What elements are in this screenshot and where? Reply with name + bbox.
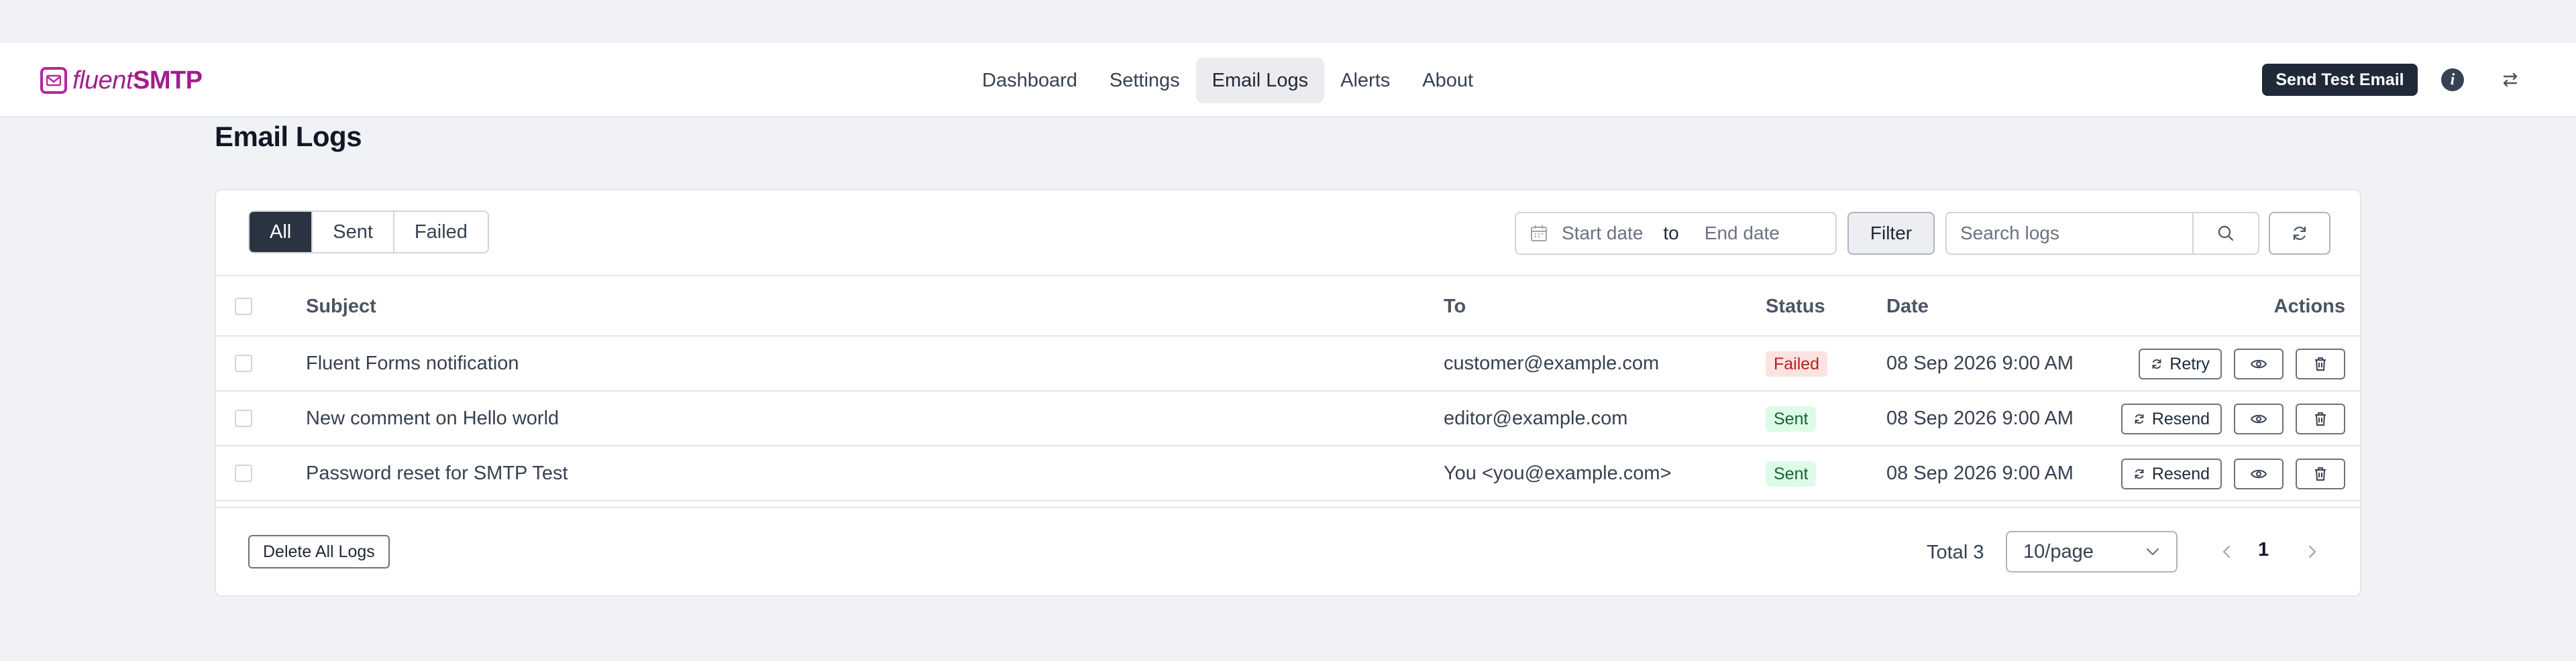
date-range-separator: to — [1663, 223, 1679, 243]
delete-button[interactable] — [2296, 404, 2345, 434]
eye-icon — [2251, 359, 2267, 369]
header-date[interactable]: Date — [1886, 276, 1929, 337]
nav-item-about[interactable]: About — [1406, 58, 1489, 103]
status-cell: Failed — [1766, 337, 1828, 390]
info-icon[interactable]: i — [2441, 68, 2464, 91]
row-actions: Resend — [2121, 459, 2345, 489]
chevron-right-icon — [2308, 545, 2316, 558]
resend-button[interactable]: Resend — [2121, 459, 2222, 489]
current-page[interactable]: 1 — [2258, 536, 2269, 563]
total-count: Total 3 — [1927, 542, 1984, 563]
prev-page-button[interactable] — [2216, 540, 2237, 563]
email-logs-table: Subject To Status Date Actions Fluent Fo… — [216, 276, 2360, 501]
row-checkbox[interactable] — [235, 410, 252, 427]
top-navbar: fluentSMTP Dashboard Settings Email Logs… — [0, 43, 2576, 117]
logo-text: fluentSMTP — [72, 66, 203, 95]
search-input[interactable] — [1947, 213, 2192, 253]
calendar-icon — [1531, 225, 1547, 241]
search-icon — [2218, 225, 2234, 241]
date-range-picker[interactable]: Start date to End date — [1515, 212, 1837, 255]
page-size-value: 10/page — [2023, 540, 2094, 562]
delete-all-logs-button[interactable]: Delete All Logs — [248, 535, 390, 568]
refresh-icon — [2135, 469, 2144, 479]
resend-label: Resend — [2151, 464, 2210, 483]
trash-icon — [2315, 357, 2326, 371]
nav-item-alerts[interactable]: Alerts — [1324, 58, 1406, 103]
table-header: Subject To Status Date Actions — [216, 276, 2360, 337]
delete-button[interactable] — [2296, 349, 2345, 379]
end-date-input[interactable]: End date — [1705, 223, 1780, 244]
status-badge: Failed — [1766, 351, 1828, 377]
header-subject[interactable]: Subject — [306, 276, 376, 337]
page-title: Email Logs — [215, 121, 362, 152]
header-status[interactable]: Status — [1766, 276, 1825, 337]
logo-text-smtp: SMTP — [132, 66, 203, 95]
refresh-icon — [2293, 226, 2306, 241]
view-button[interactable] — [2234, 404, 2284, 434]
tab-sent[interactable]: Sent — [313, 212, 394, 252]
header-to[interactable]: To — [1444, 276, 1466, 337]
fluentsmtp-logo[interactable]: fluentSMTP — [40, 66, 203, 95]
trash-icon — [2315, 412, 2326, 426]
to-cell: You <you@example.com> — [1444, 463, 1672, 484]
sliders-icon[interactable] — [2499, 68, 2522, 91]
date-cell: 08 Sep 2026 9:00 AM — [1886, 463, 2074, 484]
chevron-down-icon — [2146, 548, 2159, 556]
status-cell: Sent — [1766, 446, 1817, 500]
header-actions: Actions — [2273, 296, 2345, 317]
trash-icon — [2315, 467, 2326, 481]
table-row[interactable]: Fluent Forms notification customer@examp… — [216, 337, 2360, 392]
main-nav: Dashboard Settings Email Logs Alerts Abo… — [966, 58, 1489, 103]
view-button[interactable] — [2234, 459, 2284, 489]
eye-icon — [2251, 469, 2267, 479]
eye-icon — [2251, 414, 2267, 424]
select-all-checkbox[interactable] — [235, 298, 252, 315]
resend-label: Resend — [2151, 409, 2210, 428]
row-checkbox[interactable] — [235, 355, 252, 372]
subject-cell: Fluent Forms notification — [306, 353, 519, 374]
filter-button[interactable]: Filter — [1847, 212, 1935, 255]
table-row[interactable]: New comment on Hello world editor@exampl… — [216, 392, 2360, 446]
resend-button[interactable]: Resend — [2121, 404, 2222, 434]
to-cell: editor@example.com — [1444, 408, 1628, 429]
envelope-logo-icon — [40, 67, 67, 94]
send-test-email-button[interactable]: Send Test Email — [2262, 64, 2418, 96]
retry-label: Retry — [2169, 354, 2210, 373]
logo-text-fluent: fluent — [72, 66, 133, 95]
start-date-input[interactable]: Start date — [1562, 223, 1643, 244]
subject-cell: Password reset for SMTP Test — [306, 463, 568, 484]
date-cell: 08 Sep 2026 9:00 AM — [1886, 408, 2074, 429]
next-page-button[interactable] — [2302, 540, 2322, 563]
tab-all[interactable]: All — [250, 212, 313, 252]
status-filter-tabs: All Sent Failed — [248, 211, 489, 253]
email-logs-card: All Sent Failed Start date to End date F… — [215, 189, 2361, 597]
row-actions: Retry — [2139, 349, 2345, 379]
subject-cell: New comment on Hello world — [306, 408, 559, 429]
search-button[interactable] — [2192, 213, 2258, 253]
tab-failed[interactable]: Failed — [394, 212, 488, 252]
view-button[interactable] — [2234, 349, 2284, 379]
status-cell: Sent — [1766, 392, 1817, 445]
retry-button[interactable]: Retry — [2139, 349, 2222, 379]
delete-button[interactable] — [2296, 459, 2345, 489]
table-row[interactable]: Password reset for SMTP Test You <you@ex… — [216, 446, 2360, 501]
refresh-icon — [2135, 414, 2144, 424]
footer-divider — [216, 507, 2360, 508]
row-actions: Resend — [2121, 404, 2345, 434]
nav-item-settings[interactable]: Settings — [1093, 58, 1196, 103]
date-cell: 08 Sep 2026 9:00 AM — [1886, 353, 2074, 374]
chevron-left-icon — [2222, 545, 2231, 558]
nav-item-dashboard[interactable]: Dashboard — [966, 58, 1093, 103]
refresh-icon — [2152, 359, 2161, 369]
row-checkbox[interactable] — [235, 465, 252, 482]
to-cell: customer@example.com — [1444, 353, 1660, 374]
status-badge: Sent — [1766, 406, 1817, 432]
page-size-select[interactable]: 10/page — [2006, 531, 2178, 573]
nav-item-email-logs[interactable]: Email Logs — [1195, 58, 1325, 103]
refresh-button[interactable] — [2269, 212, 2330, 255]
search-box — [1945, 212, 2259, 255]
status-badge: Sent — [1766, 461, 1817, 487]
